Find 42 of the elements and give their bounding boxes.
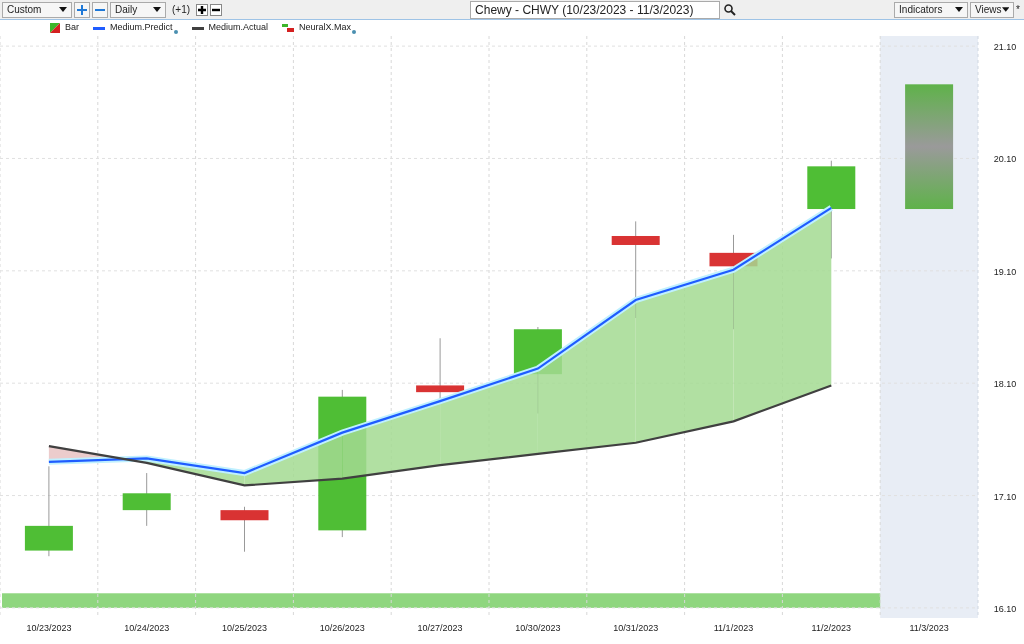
add-button[interactable] [74, 1, 90, 18]
plus-icon [77, 4, 87, 15]
legend-label: Bar [65, 21, 79, 35]
legend-label: Medium.Actual [208, 21, 269, 35]
x-axis-label: 10/24/2023 [123, 622, 171, 636]
step-legend-icon [282, 24, 295, 32]
title-field[interactable]: Chewy - CHWY (10/23/2023 - 11/3/2023) [470, 0, 721, 19]
down-candle [220, 506, 269, 553]
decrease-button[interactable] [210, 3, 223, 16]
x-axis-label: 10/25/2023 [220, 622, 268, 636]
legend-label: NeuralX.Max [299, 21, 352, 35]
bar-legend-icon [50, 23, 60, 33]
caret-icon [1001, 7, 1010, 12]
offset-label: (+1) [172, 3, 191, 17]
interval-dropdown[interactable]: Daily [110, 1, 166, 18]
x-axis-label: 10/26/2023 [318, 622, 366, 636]
caret-icon [153, 7, 161, 12]
x-axis-label: 11/3/2023 [908, 622, 950, 636]
up-candle [122, 472, 171, 527]
x-axis-label: 11/1/2023 [712, 622, 755, 636]
x-axis-label: 10/30/2023 [514, 622, 562, 636]
increase-button[interactable] [196, 3, 209, 16]
x-axis-label: 10/31/2023 [612, 622, 660, 636]
y-axis-label: 19.10 [993, 266, 1017, 277]
views-dropdown[interactable]: Views [970, 1, 1015, 18]
caret-icon [59, 7, 67, 12]
modified-mark: * [1016, 3, 1021, 17]
x-axis-label: 10/23/2023 [25, 622, 73, 636]
legend-label: Medium.Predict [110, 21, 173, 35]
plus-icon [198, 5, 207, 14]
preset-dropdown[interactable]: Custom [2, 1, 72, 18]
remove-button[interactable] [92, 1, 108, 18]
x-axis-label: 10/27/2023 [416, 622, 464, 636]
indicators-dropdown[interactable]: Indicators [894, 1, 969, 18]
y-axis-label: 17.10 [993, 491, 1017, 502]
y-axis-label: 20.10 [993, 154, 1017, 165]
x-axis-label: 11/2/2023 [810, 622, 852, 636]
y-axis-label: 18.10 [993, 379, 1017, 390]
caret-icon [955, 7, 964, 12]
y-axis-label: 21.10 [993, 42, 1017, 53]
y-axis-label: 16.10 [993, 603, 1017, 614]
search-icon[interactable] [724, 3, 737, 16]
